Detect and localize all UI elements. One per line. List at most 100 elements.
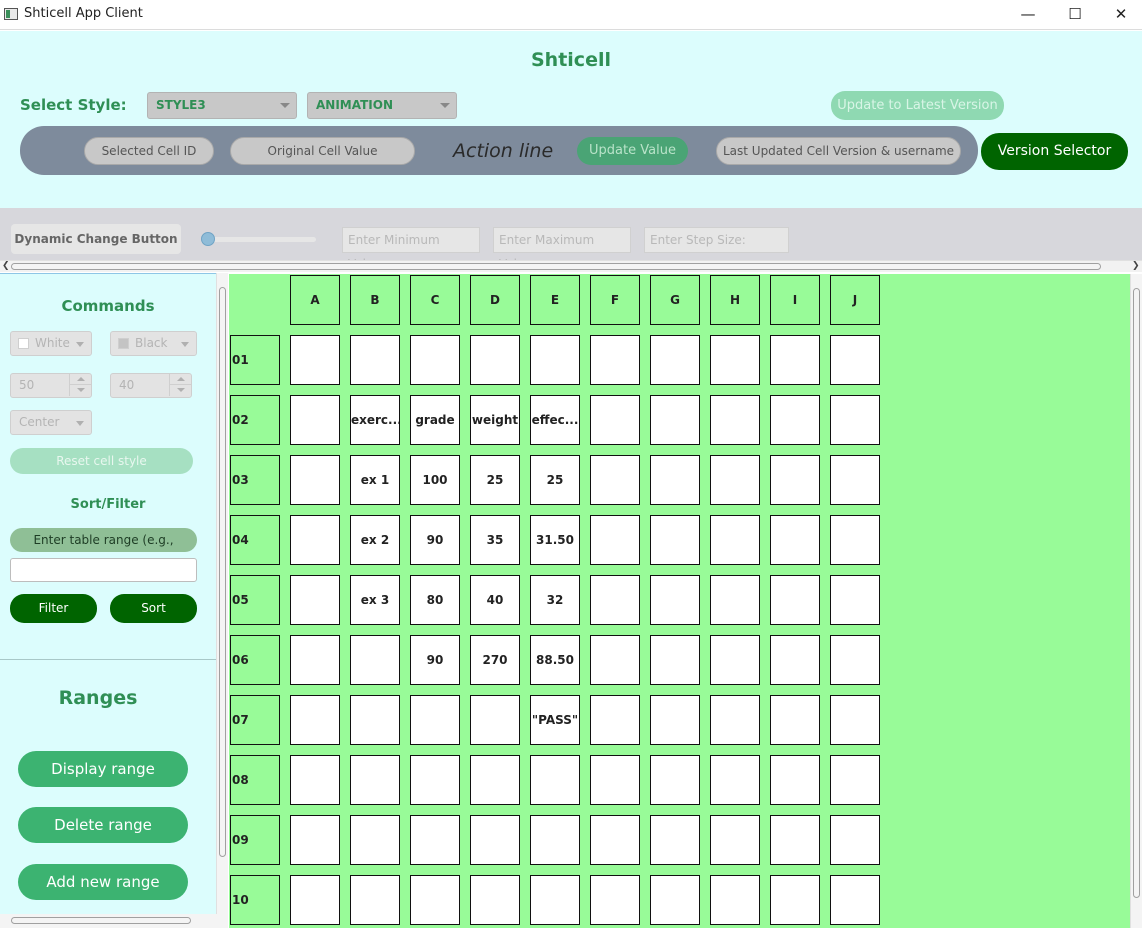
cell-d01[interactable] <box>470 335 520 385</box>
cell-c10[interactable] <box>410 875 460 925</box>
row-header-06[interactable]: 06 <box>230 635 280 685</box>
decrement-icon[interactable] <box>69 385 91 396</box>
cell-f08[interactable] <box>590 755 640 805</box>
cell-f01[interactable] <box>590 335 640 385</box>
cell-a07[interactable] <box>290 695 340 745</box>
cell-a06[interactable] <box>290 635 340 685</box>
original-cell-value-field[interactable]: Original Cell Value <box>230 137 415 165</box>
cell-d05[interactable]: 40 <box>470 575 520 625</box>
cell-d10[interactable] <box>470 875 520 925</box>
cell-d06[interactable]: 270 <box>470 635 520 685</box>
cell-i06[interactable] <box>770 635 820 685</box>
cell-h03[interactable] <box>710 455 760 505</box>
cell-a08[interactable] <box>290 755 340 805</box>
cell-d08[interactable] <box>470 755 520 805</box>
row-height-spinner[interactable]: 40 <box>110 373 192 398</box>
left-panel-scrollbar[interactable] <box>216 273 228 918</box>
cell-j09[interactable] <box>830 815 880 865</box>
table-range-input[interactable] <box>10 558 197 582</box>
filter-button[interactable]: Filter <box>10 594 97 623</box>
scrollbar-thumb[interactable] <box>219 287 226 857</box>
minimum-value-input[interactable]: Enter Minimum Value: <box>342 227 480 271</box>
cell-e03[interactable]: 25 <box>530 455 580 505</box>
cell-c09[interactable] <box>410 815 460 865</box>
scroll-right-icon[interactable]: ❯ <box>1132 261 1140 271</box>
cell-h06[interactable] <box>710 635 760 685</box>
cell-j06[interactable] <box>830 635 880 685</box>
row-header-02[interactable]: 02 <box>230 395 280 445</box>
cell-h01[interactable] <box>710 335 760 385</box>
maximize-button[interactable]: ☐ <box>1052 0 1098 30</box>
minimize-button[interactable]: — <box>1005 0 1051 30</box>
row-header-05[interactable]: 05 <box>230 575 280 625</box>
cell-i10[interactable] <box>770 875 820 925</box>
cell-b04[interactable]: ex 2 <box>350 515 400 565</box>
cell-d02[interactable]: weight <box>470 395 520 445</box>
cell-e08[interactable] <box>530 755 580 805</box>
cell-j10[interactable] <box>830 875 880 925</box>
row-header-01[interactable]: 01 <box>230 335 280 385</box>
cell-i09[interactable] <box>770 815 820 865</box>
cell-h04[interactable] <box>710 515 760 565</box>
cell-f03[interactable] <box>590 455 640 505</box>
cell-i04[interactable] <box>770 515 820 565</box>
row-header-03[interactable]: 03 <box>230 455 280 505</box>
cell-h05[interactable] <box>710 575 760 625</box>
sort-button[interactable]: Sort <box>110 594 197 623</box>
update-latest-version-button[interactable]: Update to Latest Version <box>831 91 1004 120</box>
column-width-spinner[interactable]: 50 <box>10 373 92 398</box>
horizontal-scrollbar[interactable]: ❮ ❯ <box>0 260 1142 272</box>
slider-thumb[interactable] <box>201 232 215 246</box>
cell-c02[interactable]: grade <box>410 395 460 445</box>
row-header-04[interactable]: 04 <box>230 515 280 565</box>
cell-i03[interactable] <box>770 455 820 505</box>
add-new-range-button[interactable]: Add new range <box>18 864 188 900</box>
column-header-j[interactable]: J <box>830 275 880 325</box>
cell-b06[interactable] <box>350 635 400 685</box>
close-button[interactable]: ✕ <box>1098 0 1142 30</box>
row-header-10[interactable]: 10 <box>230 875 280 925</box>
increment-icon[interactable] <box>169 374 191 385</box>
background-color-picker[interactable]: White <box>10 331 92 356</box>
cell-j03[interactable] <box>830 455 880 505</box>
cell-e05[interactable]: 32 <box>530 575 580 625</box>
column-header-g[interactable]: G <box>650 275 700 325</box>
scrollbar-thumb[interactable] <box>11 917 191 924</box>
column-header-h[interactable]: H <box>710 275 760 325</box>
cell-a04[interactable] <box>290 515 340 565</box>
cell-c03[interactable]: 100 <box>410 455 460 505</box>
text-color-picker[interactable]: Black <box>110 331 197 356</box>
cell-c01[interactable] <box>410 335 460 385</box>
style-select[interactable]: STYLE3 <box>147 92 297 119</box>
cell-a02[interactable] <box>290 395 340 445</box>
cell-c07[interactable] <box>410 695 460 745</box>
selected-cell-id-field[interactable]: Selected Cell ID <box>84 137 214 165</box>
cell-d07[interactable] <box>470 695 520 745</box>
cell-g08[interactable] <box>650 755 700 805</box>
column-header-c[interactable]: C <box>410 275 460 325</box>
cell-f10[interactable] <box>590 875 640 925</box>
cell-i08[interactable] <box>770 755 820 805</box>
cell-b08[interactable] <box>350 755 400 805</box>
cell-f07[interactable] <box>590 695 640 745</box>
scroll-left-icon[interactable]: ❮ <box>2 261 10 271</box>
column-header-b[interactable]: B <box>350 275 400 325</box>
cell-a09[interactable] <box>290 815 340 865</box>
cell-g01[interactable] <box>650 335 700 385</box>
left-panel-horizontal-scrollbar[interactable] <box>0 914 228 928</box>
cell-j02[interactable] <box>830 395 880 445</box>
row-header-07[interactable]: 07 <box>230 695 280 745</box>
cell-a01[interactable] <box>290 335 340 385</box>
cell-i02[interactable] <box>770 395 820 445</box>
cell-f05[interactable] <box>590 575 640 625</box>
maximum-value-input[interactable]: Enter Maximum Value: <box>493 227 631 271</box>
cell-a10[interactable] <box>290 875 340 925</box>
cell-f06[interactable] <box>590 635 640 685</box>
step-size-input[interactable]: Enter Step Size: <box>644 227 789 253</box>
cell-g07[interactable] <box>650 695 700 745</box>
cell-b02[interactable]: exerc... <box>350 395 400 445</box>
cell-j01[interactable] <box>830 335 880 385</box>
version-selector-button[interactable]: Version Selector <box>981 133 1128 170</box>
cell-b01[interactable] <box>350 335 400 385</box>
row-header-08[interactable]: 08 <box>230 755 280 805</box>
